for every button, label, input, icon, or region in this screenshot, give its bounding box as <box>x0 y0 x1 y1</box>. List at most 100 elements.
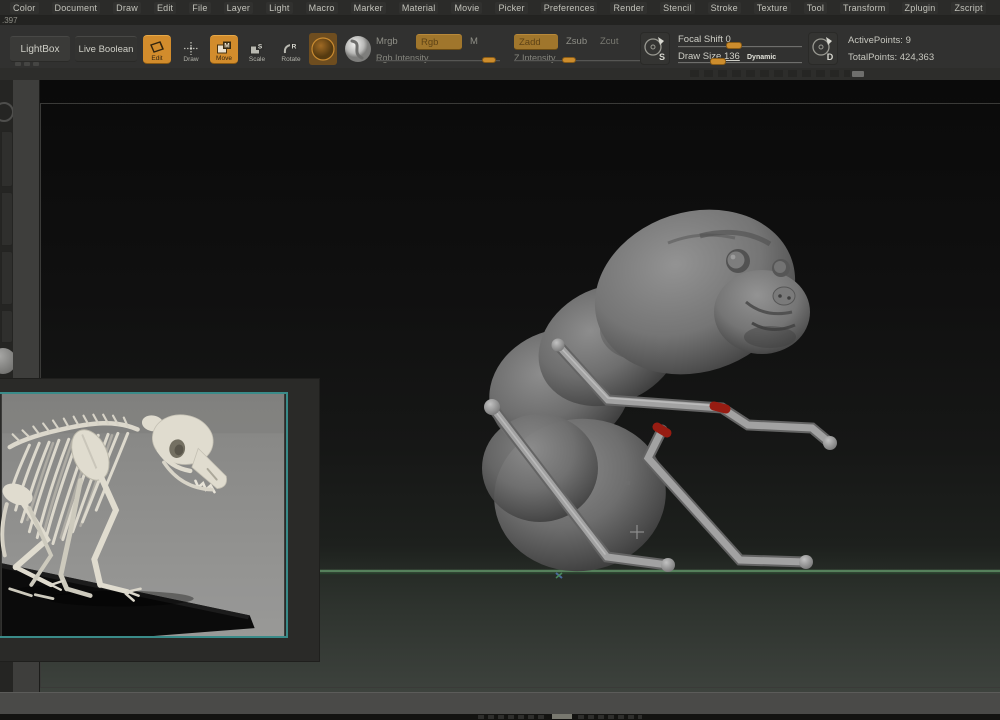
menu-color[interactable]: Color <box>10 2 39 14</box>
lightbox-button[interactable]: LightBox <box>10 36 70 62</box>
front-leg-rod <box>648 427 813 569</box>
tray-button[interactable] <box>1 192 13 246</box>
zbrush-window: Color Document Draw Edit File Layer Ligh… <box>0 0 1000 720</box>
draw-button[interactable]: Draw <box>177 35 205 64</box>
material-sphere-icon <box>343 33 373 65</box>
menu-movie[interactable]: Movie <box>451 2 482 14</box>
skeleton-photo <box>0 394 286 636</box>
active-points-label: ActivePoints: <box>848 35 903 46</box>
menu-stencil[interactable]: Stencil <box>660 2 694 14</box>
total-points-label: TotalPoints: <box>848 52 897 63</box>
tray-material-icon <box>0 348 13 374</box>
live-boolean-button[interactable]: Live Boolean <box>75 36 137 62</box>
edit-label: Edit <box>151 55 162 62</box>
menu-zscript[interactable]: Zscript <box>951 2 985 14</box>
m-button[interactable]: M <box>470 34 482 50</box>
svg-text:D: D <box>827 52 834 62</box>
draw-size-handle[interactable] <box>710 58 726 65</box>
menu-marker[interactable]: Marker <box>351 2 386 14</box>
menu-material[interactable]: Material <box>399 2 439 14</box>
menu-zplugin[interactable]: Zplugin <box>902 2 939 14</box>
rotate-label: Rotate <box>281 56 300 63</box>
menu-edit[interactable]: Edit <box>154 2 176 14</box>
menu-draw[interactable]: Draw <box>113 2 141 14</box>
svg-text:M: M <box>224 43 229 50</box>
menu-render[interactable]: Render <box>610 2 647 14</box>
z-intensity-slider[interactable] <box>514 55 640 65</box>
bottom-scrubber-bar[interactable] <box>0 714 1000 720</box>
zcut-button[interactable]: Zcut <box>600 34 626 50</box>
menu-texture[interactable]: Texture <box>754 2 791 14</box>
edit-button[interactable]: Edit <box>143 35 171 64</box>
menu-preferences[interactable]: Preferences <box>541 2 598 14</box>
stroke-d-button[interactable]: D <box>808 32 838 65</box>
divider-dashes <box>690 70 850 77</box>
menu-layer[interactable]: Layer <box>224 2 254 14</box>
skeleton-reference-image[interactable] <box>0 392 288 638</box>
menu-macro[interactable]: Macro <box>306 2 338 14</box>
focal-shift-handle[interactable] <box>726 42 742 49</box>
menu-light[interactable]: Light <box>266 2 293 14</box>
current-brush-button[interactable] <box>309 33 337 65</box>
draw-label: Draw <box>183 56 198 63</box>
rgb-intensity-slider[interactable] <box>376 55 500 65</box>
tray-button[interactable] <box>1 131 13 187</box>
tray-button[interactable] <box>1 310 13 343</box>
total-points-value: 424,363 <box>900 52 934 63</box>
rgb-button[interactable]: Rgb <box>416 34 462 50</box>
pivot-mark <box>626 481 630 485</box>
scrubber-handle[interactable] <box>552 714 572 719</box>
reference-image-panel <box>0 378 320 662</box>
svg-text:S: S <box>258 44 263 51</box>
zadd-button[interactable]: Zadd <box>514 34 558 50</box>
menu-picker[interactable]: Picker <box>495 2 527 14</box>
draw-size-slider[interactable] <box>678 57 802 67</box>
move-label: Move <box>216 55 232 62</box>
shelf-grip-dash <box>15 62 21 66</box>
rotate-icon: R <box>283 42 299 55</box>
scale-icon: S <box>249 42 265 55</box>
draw-size-track <box>678 62 802 63</box>
menu-file[interactable]: File <box>189 2 210 14</box>
z-intensity-handle[interactable] <box>562 57 576 63</box>
menu-document[interactable]: Document <box>52 2 101 14</box>
stroke-d-icon: D <box>809 33 837 64</box>
menubar: Color Document Draw Edit File Layer Ligh… <box>0 0 1000 16</box>
tray-button[interactable] <box>1 251 13 305</box>
current-material-button[interactable] <box>343 33 373 65</box>
menu-transform[interactable]: Transform <box>840 2 888 14</box>
total-points-readout: TotalPoints: 424,363 <box>848 52 934 63</box>
scale-button[interactable]: S Scale <box>243 35 271 64</box>
scrubber-ticks <box>478 715 546 719</box>
scrubber-ticks <box>578 715 642 719</box>
rgb-intensity-handle[interactable] <box>482 57 496 63</box>
draw-icon <box>183 42 199 55</box>
svg-text:S: S <box>659 52 665 62</box>
nose <box>773 287 795 305</box>
active-points-readout: ActivePoints: 9 <box>848 35 911 46</box>
stroke-s-icon: S <box>641 33 669 64</box>
edit-icon <box>149 41 165 54</box>
eye <box>728 252 745 269</box>
top-shelf-toolbar: LightBox Live Boolean Edit Draw <box>0 25 1000 68</box>
menu-stroke[interactable]: Stroke <box>708 2 741 14</box>
divider-handle[interactable] <box>852 71 864 77</box>
brush-preview-icon <box>309 33 337 65</box>
version-number: .397 <box>2 16 18 25</box>
move-button[interactable]: M Move <box>210 35 238 64</box>
far-eye <box>774 261 786 273</box>
stroke-s-button[interactable]: S <box>640 32 670 65</box>
menu-tool[interactable]: Tool <box>804 2 827 14</box>
rotate-button[interactable]: R Rotate <box>277 35 305 64</box>
shelf-grip-dash <box>33 62 39 66</box>
svg-text:R: R <box>292 44 297 51</box>
shelf-divider-row <box>0 68 1000 80</box>
active-points-value: 9 <box>906 35 911 46</box>
scale-label: Scale <box>249 56 265 63</box>
mrgb-button[interactable]: Mrgb <box>376 34 404 50</box>
zsphere-joint-red <box>657 427 667 433</box>
zsub-button[interactable]: Zsub <box>566 34 594 50</box>
bottom-frame-strip <box>0 692 1000 714</box>
z-intensity-track <box>514 60 640 61</box>
focal-shift-slider[interactable] <box>678 41 802 51</box>
